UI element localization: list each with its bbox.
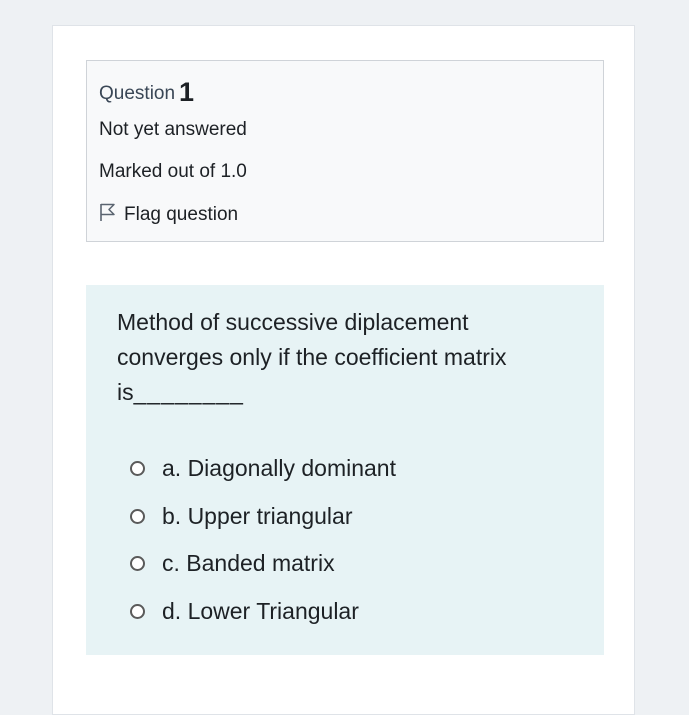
flag-outline-icon	[99, 202, 124, 228]
answer-label-d[interactable]: d. Lower Triangular	[162, 598, 359, 625]
question-number-heading: Question 1	[99, 75, 195, 107]
question-info-panel: Question 1 Not yet answered Marked out of…	[86, 60, 604, 242]
answer-options: a. Diagonally dominant b. Upper triangul…	[130, 445, 396, 635]
question-content-panel: Method of successive diplacement converg…	[86, 285, 604, 655]
question-label: Question	[99, 83, 176, 104]
answer-option-a[interactable]: a. Diagonally dominant	[130, 445, 396, 493]
question-grade: Marked out of 1.0	[99, 161, 247, 182]
question-blank: ________	[133, 379, 244, 405]
question-text: Method of successive diplacement converg…	[117, 305, 557, 410]
answer-option-c[interactable]: c. Banded matrix	[130, 540, 396, 588]
flag-question-label: Flag question	[124, 204, 239, 225]
answer-label-a[interactable]: a. Diagonally dominant	[162, 455, 396, 482]
question-state: Not yet answered	[99, 119, 247, 140]
question-number: 1	[179, 77, 195, 107]
radio-button-d[interactable]	[130, 603, 145, 619]
answer-label-c[interactable]: c. Banded matrix	[162, 550, 335, 577]
radio-button-a[interactable]	[130, 461, 145, 477]
radio-button-c[interactable]	[130, 556, 145, 572]
quiz-page-card: Question 1 Not yet answered Marked out of…	[52, 25, 635, 715]
flag-question-button[interactable]: Flag question	[99, 202, 238, 228]
answer-option-d[interactable]: d. Lower Triangular	[130, 588, 396, 636]
radio-button-b[interactable]	[130, 508, 145, 524]
answer-label-b[interactable]: b. Upper triangular	[162, 503, 353, 530]
answer-option-b[interactable]: b. Upper triangular	[130, 493, 396, 541]
